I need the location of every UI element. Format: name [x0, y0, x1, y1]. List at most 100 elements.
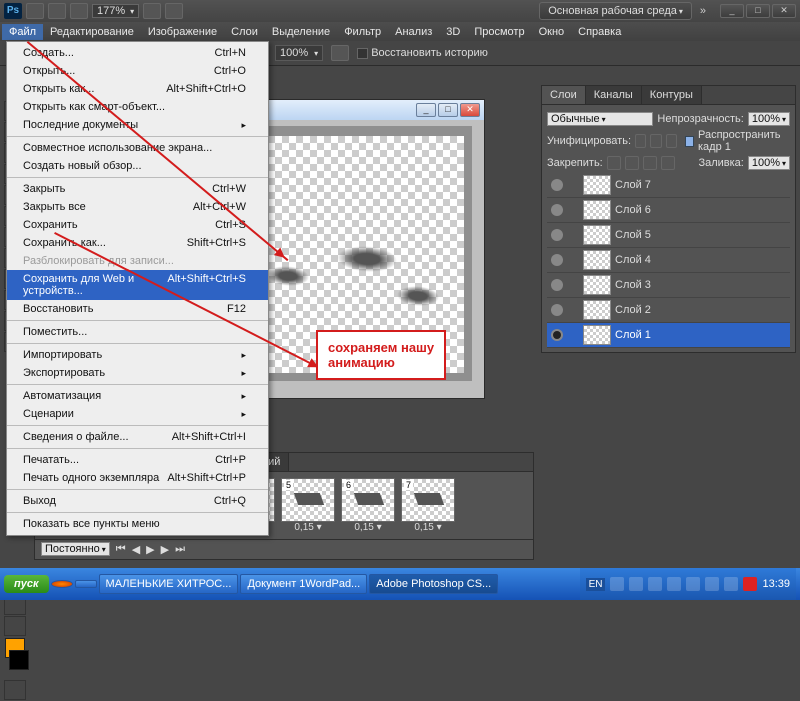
tray-icon[interactable]: [705, 577, 719, 591]
file-menu-item[interactable]: Открыть как...Alt+Shift+Ctrl+O: [7, 80, 268, 98]
tray-icon[interactable]: [629, 577, 643, 591]
animation-frame[interactable]: 60,15 ▾: [341, 478, 395, 533]
propagate-checkbox[interactable]: [685, 136, 694, 147]
layer-row[interactable]: Слой 7: [547, 173, 790, 198]
layout-icon[interactable]: [70, 3, 88, 19]
tab-paths[interactable]: Контуры: [642, 86, 702, 104]
taskbar-app-button[interactable]: Adobe Photoshop CS...: [369, 574, 498, 594]
file-menu-item[interactable]: Сведения о файле...Alt+Shift+Ctrl+I: [7, 428, 268, 446]
menu-Просмотр[interactable]: Просмотр: [467, 24, 531, 40]
file-menu-item[interactable]: Закрыть всеAlt+Ctrl+W: [7, 198, 268, 216]
visibility-toggle[interactable]: [551, 229, 563, 241]
visibility-toggle[interactable]: [551, 204, 563, 216]
tab-layers[interactable]: Слои: [542, 86, 586, 104]
file-menu-item[interactable]: ВыходCtrl+Q: [7, 492, 268, 510]
file-menu-item[interactable]: Печать одного экземпляраAlt+Shift+Ctrl+P: [7, 469, 268, 487]
lock-trans-icon[interactable]: [607, 156, 621, 170]
menu-Окно[interactable]: Окно: [532, 24, 572, 40]
layer-row[interactable]: Слой 2: [547, 298, 790, 323]
menu-Фильтр[interactable]: Фильтр: [337, 24, 388, 40]
doc-close-button[interactable]: ✕: [460, 103, 480, 117]
file-menu-item[interactable]: Импортировать: [7, 346, 268, 364]
close-button[interactable]: ✕: [772, 4, 796, 18]
menu-Редактирование[interactable]: Редактирование: [43, 24, 141, 40]
tray-icon[interactable]: [724, 577, 738, 591]
unify-vis-icon[interactable]: [650, 134, 661, 148]
loop-select[interactable]: Постоянно: [41, 542, 110, 556]
doc-minimize-button[interactable]: _: [416, 103, 436, 117]
minimize-button[interactable]: _: [720, 4, 744, 18]
file-menu-item[interactable]: ВосстановитьF12: [7, 300, 268, 318]
file-menu-item[interactable]: Поместить...: [7, 323, 268, 341]
lock-all-icon[interactable]: [661, 156, 675, 170]
menu-Выделение[interactable]: Выделение: [265, 24, 337, 40]
visibility-toggle[interactable]: [551, 279, 563, 291]
file-menu-item[interactable]: Совместное использование экрана...: [7, 139, 268, 157]
fill-input[interactable]: 100%: [748, 156, 790, 170]
visibility-toggle[interactable]: [551, 254, 563, 266]
file-menu-item[interactable]: Сохранить как...Shift+Ctrl+S: [7, 234, 268, 252]
hand-icon[interactable]: [143, 3, 161, 19]
tray-icon[interactable]: [648, 577, 662, 591]
file-menu-item[interactable]: ЗакрытьCtrl+W: [7, 180, 268, 198]
taskbar-app-button[interactable]: Документ 1WordPad...: [240, 574, 367, 594]
layer-row[interactable]: Слой 3: [547, 273, 790, 298]
animation-frame[interactable]: 70,15 ▾: [401, 478, 455, 533]
animation-frame[interactable]: 50,15 ▾: [281, 478, 335, 533]
layer-row[interactable]: Слой 5: [547, 223, 790, 248]
file-menu-item[interactable]: Последние документы: [7, 116, 268, 134]
background-color[interactable]: [9, 650, 29, 670]
last-frame-button[interactable]: ⏭: [175, 543, 185, 556]
file-menu-item[interactable]: Автоматизация: [7, 387, 268, 405]
blend-mode-select[interactable]: Обычные: [547, 112, 653, 126]
workspace-switcher[interactable]: Основная рабочая среда: [539, 2, 692, 20]
lock-pixels-icon[interactable]: [625, 156, 639, 170]
tray-icon[interactable]: [610, 577, 624, 591]
quickmask-toggle[interactable]: [4, 680, 26, 700]
layer-row[interactable]: Слой 1: [547, 323, 790, 348]
file-menu-item[interactable]: Открыть как смарт-объект...: [7, 98, 268, 116]
tray-icon[interactable]: [667, 577, 681, 591]
quicklaunch-icon[interactable]: [51, 580, 73, 588]
file-menu-item[interactable]: Создать новый обзор...: [7, 157, 268, 175]
notes-tool[interactable]: [4, 616, 26, 636]
lock-pos-icon[interactable]: [643, 156, 657, 170]
prev-frame-button[interactable]: ◀: [132, 543, 140, 556]
start-button[interactable]: пуск: [4, 575, 49, 593]
file-menu-item[interactable]: Показать все пункты меню: [7, 515, 268, 533]
tab-channels[interactable]: Каналы: [586, 86, 642, 104]
visibility-toggle[interactable]: [551, 304, 563, 316]
visibility-toggle[interactable]: [551, 179, 563, 191]
pressure-input[interactable]: 100%: [275, 45, 323, 61]
pen-icon[interactable]: [331, 45, 349, 61]
layer-row[interactable]: Слой 4: [547, 248, 790, 273]
first-frame-button[interactable]: ⏮: [116, 543, 126, 556]
unify-pos-icon[interactable]: [635, 134, 646, 148]
opacity-input[interactable]: 100%: [748, 112, 790, 126]
tray-icon[interactable]: [743, 577, 757, 591]
zoom-level[interactable]: 177%: [92, 4, 139, 18]
bridge-icon[interactable]: [26, 3, 44, 19]
play-button[interactable]: ▶: [146, 543, 154, 556]
menu-Анализ[interactable]: Анализ: [388, 24, 439, 40]
file-menu-item[interactable]: Печатать...Ctrl+P: [7, 451, 268, 469]
file-menu-item[interactable]: СохранитьCtrl+S: [7, 216, 268, 234]
maximize-button[interactable]: □: [746, 4, 770, 18]
file-menu-item[interactable]: Сценарии: [7, 405, 268, 423]
menu-Справка[interactable]: Справка: [571, 24, 628, 40]
menu-Изображение[interactable]: Изображение: [141, 24, 224, 40]
taskbar-app-button[interactable]: МАЛЕНЬКИЕ ХИТРОС...: [99, 574, 239, 594]
language-indicator[interactable]: EN: [586, 578, 606, 591]
restore-history-checkbox[interactable]: Восстановить историю: [357, 47, 488, 59]
menu-Слои[interactable]: Слои: [224, 24, 265, 40]
menu-3D[interactable]: 3D: [439, 24, 467, 40]
menu-Файл[interactable]: Файл: [2, 24, 43, 40]
clock[interactable]: 13:39: [762, 578, 790, 590]
file-menu-item[interactable]: Экспортировать: [7, 364, 268, 382]
mb-icon[interactable]: [48, 3, 66, 19]
visibility-toggle[interactable]: [551, 329, 563, 341]
tray-icon[interactable]: [686, 577, 700, 591]
unify-style-icon[interactable]: [666, 134, 677, 148]
nav-icon[interactable]: [165, 3, 183, 19]
doc-maximize-button[interactable]: □: [438, 103, 458, 117]
